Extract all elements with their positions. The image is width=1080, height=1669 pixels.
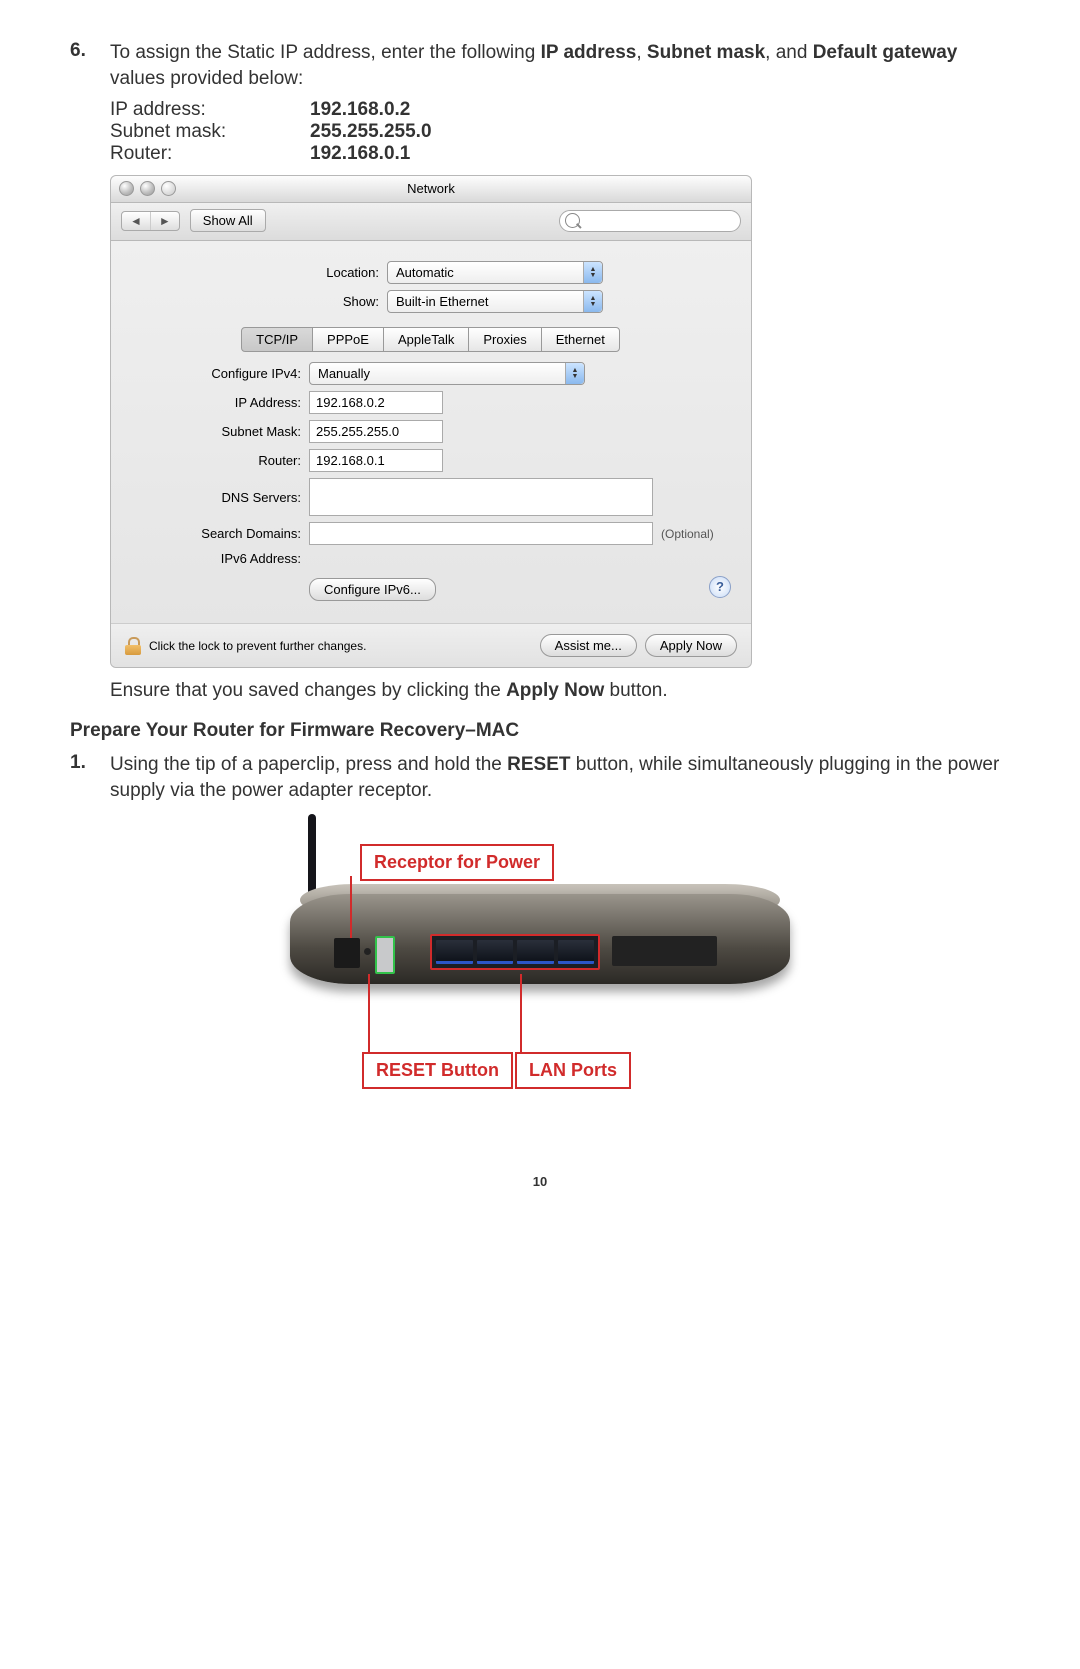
- nav-back-forward[interactable]: ◄ ►: [121, 211, 180, 231]
- search-domains-input[interactable]: [309, 522, 653, 545]
- assist-me-button[interactable]: Assist me...: [540, 634, 637, 657]
- chevron-updown-icon: ▲▼: [583, 262, 602, 283]
- text: Ensure that you saved changes by clickin…: [110, 680, 506, 701]
- tabs: TCP/IP PPPoE AppleTalk Proxies Ethernet: [131, 327, 731, 352]
- chevron-updown-icon: ▲▼: [565, 363, 584, 384]
- show-value: Built-in Ethernet: [396, 294, 489, 309]
- dns-servers-label: DNS Servers:: [131, 490, 309, 505]
- page-number: 10: [70, 1174, 1010, 1189]
- ip-address-value: 192.168.0.2: [310, 99, 410, 121]
- search-domains-label: Search Domains:: [131, 526, 309, 541]
- show-label: Show:: [259, 294, 379, 309]
- text: To assign the Static IP address, enter t…: [110, 42, 541, 63]
- bold: IP address: [541, 42, 637, 63]
- bold: Apply Now: [506, 680, 604, 701]
- zoom-icon[interactable]: [161, 181, 176, 196]
- show-all-button[interactable]: Show All: [190, 209, 266, 232]
- tab-ethernet[interactable]: Ethernet: [541, 327, 620, 352]
- window-title: Network: [111, 176, 751, 202]
- ip-address-field-label: IP Address:: [131, 395, 309, 410]
- callout-line: [520, 974, 522, 1052]
- ethernet-port-icon: [517, 940, 554, 964]
- step-number: 6.: [70, 40, 110, 91]
- configure-ipv6-button[interactable]: Configure IPv6...: [309, 578, 436, 601]
- step-number: 1.: [70, 752, 110, 803]
- usb-port: [375, 936, 395, 974]
- lock-icon[interactable]: [125, 637, 141, 655]
- dns-servers-input[interactable]: [309, 478, 653, 516]
- ethernet-port-icon: [558, 940, 595, 964]
- tab-tcpip[interactable]: TCP/IP: [241, 327, 313, 352]
- minimize-icon[interactable]: [140, 181, 155, 196]
- forward-icon[interactable]: ►: [151, 212, 179, 230]
- configure-ipv4-label: Configure IPv4:: [131, 366, 309, 381]
- apply-note: Ensure that you saved changes by clickin…: [110, 680, 1010, 702]
- text: ,: [636, 42, 647, 63]
- tab-appletalk[interactable]: AppleTalk: [383, 327, 469, 352]
- lan-ports-label: LAN Ports: [515, 1052, 631, 1089]
- toolbar: ◄ ► Show All: [111, 203, 751, 241]
- location-select[interactable]: Automatic ▲▼: [387, 261, 603, 284]
- search-field[interactable]: [559, 210, 741, 232]
- router-input[interactable]: [309, 449, 443, 472]
- subnet-mask-input[interactable]: [309, 420, 443, 443]
- back-icon[interactable]: ◄: [122, 212, 151, 230]
- optional-hint: (Optional): [661, 527, 714, 541]
- tab-proxies[interactable]: Proxies: [468, 327, 541, 352]
- router-diagram: Receptor for Power RESET Button LAN Port…: [280, 814, 800, 1134]
- subnet-mask-field-label: Subnet Mask:: [131, 424, 309, 439]
- configure-ipv4-value: Manually: [318, 366, 370, 381]
- help-button[interactable]: ?: [709, 576, 731, 598]
- section-heading: Prepare Your Router for Firmware Recover…: [70, 720, 1010, 742]
- subnet-mask-label: Subnet mask:: [110, 121, 310, 143]
- search-icon: [565, 213, 580, 228]
- location-label: Location:: [259, 265, 379, 280]
- ipv6-address-label: IPv6 Address:: [131, 551, 309, 566]
- power-port: [334, 938, 360, 968]
- expansion-slot: [612, 936, 717, 966]
- text: button.: [604, 680, 667, 701]
- text: Using the tip of a paperclip, press and …: [110, 754, 507, 775]
- subnet-mask-value: 255.255.255.0: [310, 121, 432, 143]
- close-icon[interactable]: [119, 181, 134, 196]
- bold: RESET: [507, 754, 570, 775]
- text: values provided below:: [110, 68, 303, 89]
- ip-address-label: IP address:: [110, 99, 310, 121]
- router-value: 192.168.0.1: [310, 143, 410, 165]
- bold: Default gateway: [813, 42, 958, 63]
- text: , and: [765, 42, 813, 63]
- show-select[interactable]: Built-in Ethernet ▲▼: [387, 290, 603, 313]
- reset-button-label: RESET Button: [362, 1052, 513, 1089]
- bold: Subnet mask: [647, 42, 765, 63]
- apply-now-button[interactable]: Apply Now: [645, 634, 737, 657]
- reset-hole: [364, 948, 371, 955]
- callout-line: [350, 876, 352, 938]
- location-value: Automatic: [396, 265, 454, 280]
- router-label: Router:: [110, 143, 310, 165]
- ethernet-port-icon: [477, 940, 514, 964]
- step6-text: To assign the Static IP address, enter t…: [110, 40, 1010, 91]
- ip-address-input[interactable]: [309, 391, 443, 414]
- configure-ipv4-select[interactable]: Manually ▲▼: [309, 362, 585, 385]
- chevron-updown-icon: ▲▼: [583, 291, 602, 312]
- tab-pppoe[interactable]: PPPoE: [312, 327, 384, 352]
- ip-values-table: IP address:192.168.0.2 Subnet mask:255.2…: [110, 99, 1010, 165]
- mac-network-window: Network ◄ ► Show All Location: Automatic…: [110, 175, 752, 668]
- window-titlebar: Network: [111, 176, 751, 203]
- router-field-label: Router:: [131, 453, 309, 468]
- callout-line: [368, 974, 370, 1052]
- ethernet-port-icon: [436, 940, 473, 964]
- lock-text: Click the lock to prevent further change…: [149, 639, 366, 653]
- power-receptor-label: Receptor for Power: [360, 844, 554, 881]
- lan-ports: [430, 934, 600, 970]
- search-input[interactable]: [559, 210, 741, 232]
- step1-text: Using the tip of a paperclip, press and …: [110, 752, 1010, 803]
